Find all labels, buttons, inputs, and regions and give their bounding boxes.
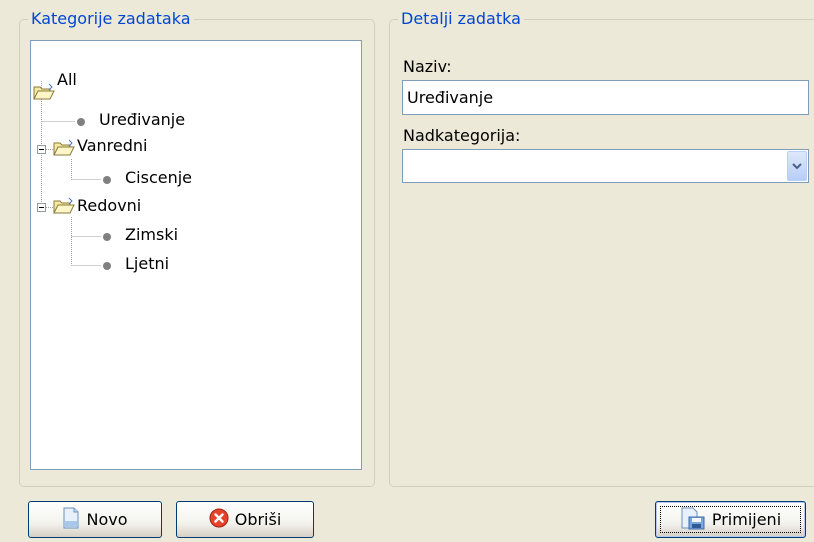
tree-node-label: Ljetni xyxy=(125,254,170,273)
bullet-icon xyxy=(103,233,111,241)
category-tree[interactable]: All Uređivanje Vanredni Ciscenje Redovni… xyxy=(30,40,362,470)
new-button[interactable]: Novo xyxy=(28,501,162,538)
apply-button-label: Primijeni xyxy=(711,510,782,529)
details-groupbox: Detalji zadatka Naziv: Nadkategorija: xyxy=(389,9,814,487)
save-apply-icon xyxy=(680,506,706,534)
delete-button[interactable]: Obriši xyxy=(176,501,314,538)
document-icon xyxy=(62,507,80,533)
bullet-icon xyxy=(103,262,111,270)
name-label: Naziv: xyxy=(403,57,452,76)
new-button-label: Novo xyxy=(86,510,128,529)
tree-node-label: Zimski xyxy=(125,225,179,244)
tree-node-label: Vanredni xyxy=(77,136,148,155)
tree-lines xyxy=(41,81,101,266)
parent-category-select[interactable] xyxy=(402,149,809,183)
dropdown-button[interactable] xyxy=(787,151,807,181)
open-folder-icon xyxy=(33,83,55,107)
categories-groupbox-title: Kategorije zadataka xyxy=(28,9,194,29)
open-folder-icon xyxy=(53,197,75,221)
tree-node-label: Ciscenje xyxy=(125,168,193,187)
open-folder-icon xyxy=(53,139,75,163)
red-x-icon xyxy=(209,508,229,532)
tree-node-label: Redovni xyxy=(77,196,142,215)
delete-button-label: Obriši xyxy=(234,510,282,529)
bullet-icon xyxy=(77,118,85,126)
bullet-icon xyxy=(103,176,111,184)
collapse-toggle[interactable] xyxy=(37,145,46,154)
tree-node-label: Uređivanje xyxy=(99,110,186,129)
tree-node-label: All xyxy=(57,70,77,89)
collapse-toggle[interactable] xyxy=(37,203,46,212)
name-input[interactable] xyxy=(402,80,809,115)
chevron-down-icon xyxy=(792,163,802,170)
details-groupbox-title: Detalji zadatka xyxy=(398,9,524,29)
categories-groupbox: Kategorije zadataka All Uređivanje Vanre… xyxy=(19,9,375,487)
parent-category-label: Nadkategorija: xyxy=(403,126,521,145)
apply-button[interactable]: Primijeni xyxy=(655,501,806,538)
